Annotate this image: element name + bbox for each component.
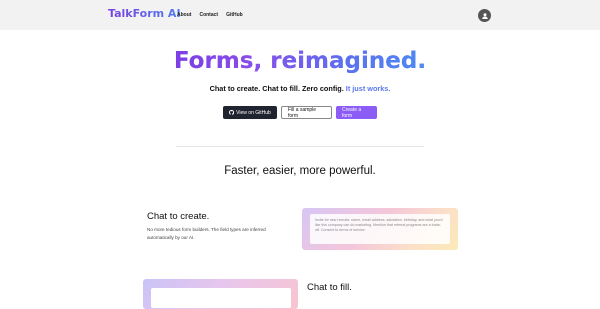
feature-fill-preview-card [143, 279, 298, 309]
user-avatar-button[interactable] [478, 9, 491, 22]
nav-link-github[interactable]: GitHub [226, 12, 243, 18]
feature-fill-title: Chat to fill. [307, 282, 352, 293]
feature-create-description: No more tedious form builders. The field… [147, 227, 266, 240]
hero-actions: View on GitHub Fill a sample form Create… [223, 106, 377, 119]
hero-title: Forms, reimagined. [0, 48, 600, 74]
tagline-accent: It just works. [345, 84, 391, 93]
github-icon [229, 110, 235, 115]
view-on-github-button[interactable]: View on GitHub [223, 106, 277, 119]
github-button-label: View on GitHub [236, 109, 271, 116]
example-prompt-box: Invite for new recruits: name, email add… [310, 214, 450, 244]
brand-logo[interactable]: TalkForm AI [108, 7, 181, 20]
section-divider [176, 146, 424, 147]
fill-sample-form-button[interactable]: Fill a sample form [281, 106, 332, 119]
features-heading: Faster, easier, more powerful. [224, 165, 376, 177]
feature-create-preview-card: Invite for new recruits: name, email add… [302, 208, 458, 250]
nav-link-about[interactable]: About [177, 12, 191, 18]
hero-tagline: Chat to create. Chat to fill. Zero confi… [0, 84, 600, 93]
user-icon [481, 12, 488, 19]
tagline-main: Chat to create. Chat to fill. Zero confi… [209, 84, 346, 93]
create-form-button[interactable]: Create a form [336, 106, 377, 119]
nav-link-contact[interactable]: Contact [199, 12, 218, 18]
nav-links: About Contact GitHub [177, 12, 243, 18]
hero-title-text: Forms, reimagined. [173, 48, 427, 74]
fill-preview-panel [151, 288, 291, 308]
top-navbar: TalkForm AI About Contact GitHub [0, 0, 600, 30]
feature-create-title: Chat to create. [147, 211, 210, 222]
